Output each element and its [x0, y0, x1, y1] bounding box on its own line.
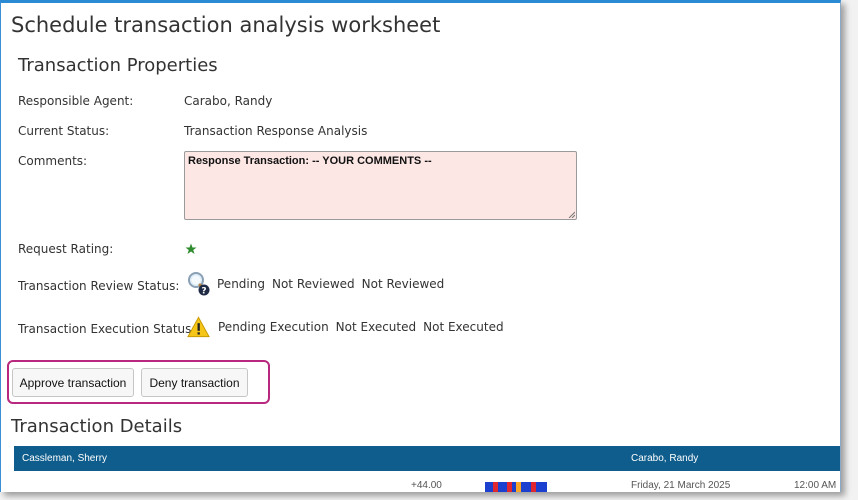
page-title: Schedule transaction analysis worksheet: [11, 13, 441, 37]
row-time: 12:00 AM: [794, 480, 837, 491]
header-right-name: Carabo, Randy: [631, 453, 699, 464]
resize-handle-icon[interactable]: [568, 211, 575, 218]
review-status-text: Pending: [217, 277, 265, 291]
deny-transaction-button[interactable]: Deny transaction: [141, 368, 248, 397]
worksheet-window: Schedule transaction analysis worksheet …: [0, 0, 841, 492]
responsible-agent-value: Carabo, Randy: [184, 94, 273, 108]
transaction-details-heading: Transaction Details: [11, 416, 183, 437]
warning-icon: [187, 316, 210, 338]
current-status-label: Current Status:: [18, 124, 110, 138]
table-row: +44.00 Friday, 21 March 2025 12:00 AM: [14, 477, 840, 492]
row-date: Friday, 21 March 2025: [631, 480, 731, 491]
transaction-properties-heading: Transaction Properties: [18, 55, 218, 76]
execution-status-value-2: Not Executed: [423, 320, 504, 334]
comments-text: Response Transaction: -- YOUR COMMENTS -…: [188, 155, 432, 167]
details-table-header: Cassleman, Sherry Carabo, Randy: [14, 446, 840, 471]
execution-status-text: Pending Execution: [218, 320, 329, 334]
current-status-value: Transaction Response Analysis: [184, 124, 368, 138]
comments-textarea[interactable]: Response Transaction: -- YOUR COMMENTS -…: [184, 151, 577, 220]
status-bar-graphic: [485, 482, 547, 492]
execution-status-row: Pending Execution Not Executed Not Execu…: [187, 316, 504, 338]
header-left-name: Cassleman, Sherry: [22, 453, 108, 464]
execution-status-value-1: Not Executed: [335, 320, 417, 334]
row-amount: +44.00: [411, 480, 442, 491]
review-status-row: ? Pending Not Reviewed Not Reviewed: [187, 271, 444, 297]
execution-status-label: Transaction Execution Status:: [18, 322, 196, 336]
approve-transaction-button[interactable]: Approve transaction: [12, 368, 134, 397]
request-rating-label: Request Rating:: [18, 242, 114, 256]
comments-label: Comments:: [18, 154, 88, 168]
svg-text:?: ?: [201, 287, 206, 297]
review-status-value-2: Not Reviewed: [361, 277, 445, 291]
review-status-value-1: Not Reviewed: [271, 277, 355, 291]
magnifier-question-icon: ?: [188, 272, 210, 297]
responsible-agent-label: Responsible Agent:: [18, 94, 134, 108]
review-status-label: Transaction Review Status:: [18, 279, 180, 293]
star-icon: [185, 243, 197, 254]
